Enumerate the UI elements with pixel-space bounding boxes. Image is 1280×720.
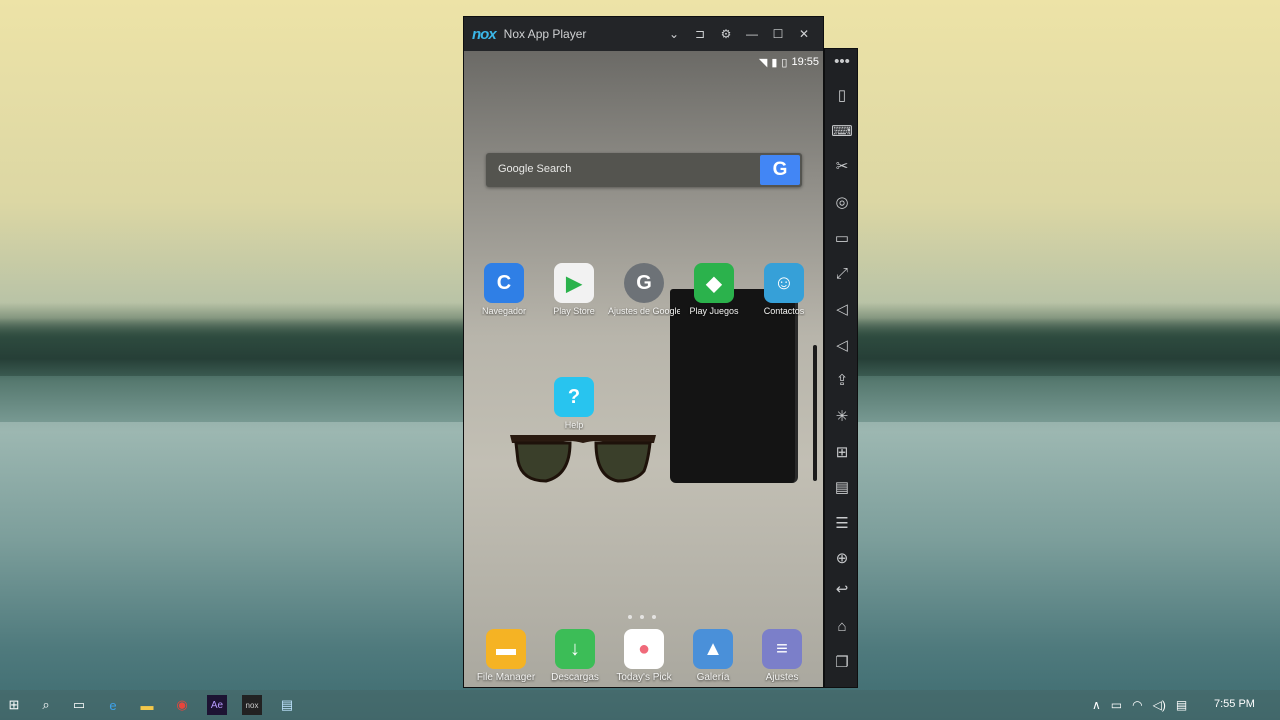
dock-todays-pick[interactable]: ● Today's Pick xyxy=(608,629,680,683)
page-indicator xyxy=(628,615,656,619)
dock-ajustes[interactable]: ≡ Ajustes xyxy=(746,629,818,683)
location-icon[interactable]: ◎ xyxy=(825,190,859,214)
app-label: Contactos xyxy=(763,306,805,316)
battery-icon: ▯ xyxy=(781,56,788,69)
keyboard-icon[interactable]: ⌨ xyxy=(825,119,859,143)
maximize-icon[interactable]: ☐ xyxy=(765,17,791,51)
folder-icon: ▬ xyxy=(486,629,526,669)
android-screen: ◥ ▮ ▯ 19:55 Google Search G C Navegador … xyxy=(464,51,823,687)
app-label: Galería xyxy=(696,672,730,683)
download-icon: ↓ xyxy=(555,629,595,669)
google-g-button[interactable]: G xyxy=(760,155,800,185)
taskbar: ⊞ ⌕ ▭ e ▬ ◉ Ae nox ▤ ∧ ▭ ◠ ◁) ▤ 7:55 PM xyxy=(0,690,1280,720)
window-title: Nox App Player xyxy=(503,27,587,41)
scissors-icon[interactable]: ✂ xyxy=(825,154,859,178)
page-dot xyxy=(640,615,644,619)
wifi-icon[interactable]: ◠ xyxy=(1132,698,1142,712)
app-label: Help xyxy=(564,420,584,430)
app-label: Today's Pick xyxy=(616,672,672,683)
play-store-icon: ▶ xyxy=(554,263,594,303)
app-label: Navegador xyxy=(481,306,527,316)
multi-instance-icon[interactable]: ⊞ xyxy=(825,440,859,464)
search-label: Google Search xyxy=(498,163,572,175)
sunglasses-overlay xyxy=(510,435,656,483)
notepad-icon[interactable]: ▤ xyxy=(277,695,297,715)
app-play-store[interactable]: ▶ Play Store xyxy=(538,263,610,316)
scroll-indicator xyxy=(813,345,817,481)
chevron-down-icon[interactable]: ⌄ xyxy=(661,17,687,51)
browser-icon: C xyxy=(484,263,524,303)
settings-icon: ≡ xyxy=(762,629,802,669)
search-icon[interactable]: ⌕ xyxy=(36,695,56,715)
volume-up-icon[interactable]: ◁ xyxy=(825,297,859,321)
nox-app-window: nox Nox App Player ⌄ ⊐ ⚙ — ☐ ✕ ◥ ▮ ▯ 19:… xyxy=(463,16,824,688)
app-dock: ▬ File Manager ↓ Descargas ● Today's Pic… xyxy=(464,629,823,687)
power-icon[interactable]: ▭ xyxy=(1111,698,1122,712)
screen-icon[interactable]: ▭ xyxy=(825,226,859,250)
macro-icon[interactable]: ☰ xyxy=(825,511,859,535)
home-icon[interactable]: ⌂ xyxy=(825,614,859,638)
app-label: Play Store xyxy=(553,306,595,316)
dock-descargas[interactable]: ↓ Descargas xyxy=(539,629,611,683)
status-bar: ◥ ▮ ▯ 19:55 xyxy=(759,53,819,71)
shake-icon[interactable]: ▯ xyxy=(825,83,859,107)
nox-taskbar-icon[interactable]: nox xyxy=(242,695,262,715)
fullscreen-icon[interactable]: ⤢ xyxy=(825,261,859,285)
page-dot xyxy=(652,615,656,619)
dock-file-manager[interactable]: ▬ File Manager xyxy=(470,629,542,683)
app-ajustes-google[interactable]: G Ajustes de Google xyxy=(608,263,680,316)
windows-start-icon[interactable]: ⊞ xyxy=(4,695,24,715)
wifi-icon: ◥ xyxy=(758,56,768,69)
notifications-icon[interactable]: ▤ xyxy=(1176,698,1187,712)
app-label: Descargas xyxy=(551,672,599,683)
file-explorer-icon[interactable]: ▬ xyxy=(137,695,157,715)
minimize-icon[interactable]: — xyxy=(739,17,765,51)
system-tray: ∧ ▭ ◠ ◁) ▤ xyxy=(1092,690,1187,720)
app-navegador[interactable]: C Navegador xyxy=(468,263,540,316)
page-dot xyxy=(628,615,632,619)
app-help[interactable]: ? Help xyxy=(538,377,610,430)
chrome-icon[interactable]: ◉ xyxy=(172,695,192,715)
more-icon[interactable]: ••• xyxy=(825,49,859,73)
volume-icon[interactable]: ◁) xyxy=(1153,698,1166,712)
apk-install-icon[interactable]: ⇪ xyxy=(825,368,859,392)
chevron-up-icon[interactable]: ∧ xyxy=(1092,698,1101,712)
gear-icon[interactable]: ⚙ xyxy=(713,17,739,51)
after-effects-icon[interactable]: Ae xyxy=(207,695,227,715)
gallery-icon: ▲ xyxy=(693,629,733,669)
add-icon[interactable]: ⊕ xyxy=(825,546,859,570)
signal-icon: ▮ xyxy=(771,56,778,69)
back-icon[interactable]: ↩ xyxy=(825,577,859,601)
phone-widget xyxy=(670,289,798,483)
recents-icon[interactable]: ❐ xyxy=(825,650,859,674)
google-settings-icon: G xyxy=(624,263,664,303)
app-label: Ajustes de Google xyxy=(608,306,680,316)
app-play-juegos[interactable]: ◆ Play Juegos xyxy=(678,263,750,316)
app-label: Play Juegos xyxy=(689,306,739,316)
todays-pick-icon: ● xyxy=(624,629,664,669)
contacts-icon: ☺ xyxy=(764,263,804,303)
volume-down-icon[interactable]: ◁ xyxy=(825,333,859,357)
app-label: File Manager xyxy=(476,672,536,683)
task-view-icon[interactable]: ▭ xyxy=(69,695,89,715)
dock-galeria[interactable]: ▲ Galería xyxy=(677,629,749,683)
close-icon[interactable]: ✕ xyxy=(791,17,817,51)
google-search-bar[interactable]: Google Search G xyxy=(486,153,802,187)
app-contactos[interactable]: ☺ Contactos xyxy=(748,263,820,316)
titlebar: nox Nox App Player ⌄ ⊐ ⚙ — ☐ ✕ xyxy=(464,17,823,51)
edge-icon[interactable]: e xyxy=(103,695,123,715)
taskbar-clock[interactable]: 7:55 PM xyxy=(1214,698,1255,710)
app-label: Ajustes xyxy=(765,672,799,683)
status-time: 19:55 xyxy=(791,56,819,68)
side-toolbar: ••• ▯ ⌨ ✂ ◎ ▭ ⤢ ◁ ◁ ⇪ ✳ ⊞ ▤ ☰ ⊕ ↩ ⌂ ❐ xyxy=(824,48,858,688)
play-games-icon: ◆ xyxy=(694,263,734,303)
nox-logo: nox xyxy=(472,25,497,43)
window-controls: ⌄ ⊐ ⚙ — ☐ ✕ xyxy=(661,17,817,51)
help-icon: ? xyxy=(554,377,594,417)
loading-icon[interactable]: ✳ xyxy=(825,404,859,428)
screenshot-icon[interactable]: ▤ xyxy=(825,475,859,499)
pin-icon[interactable]: ⊐ xyxy=(687,17,713,51)
